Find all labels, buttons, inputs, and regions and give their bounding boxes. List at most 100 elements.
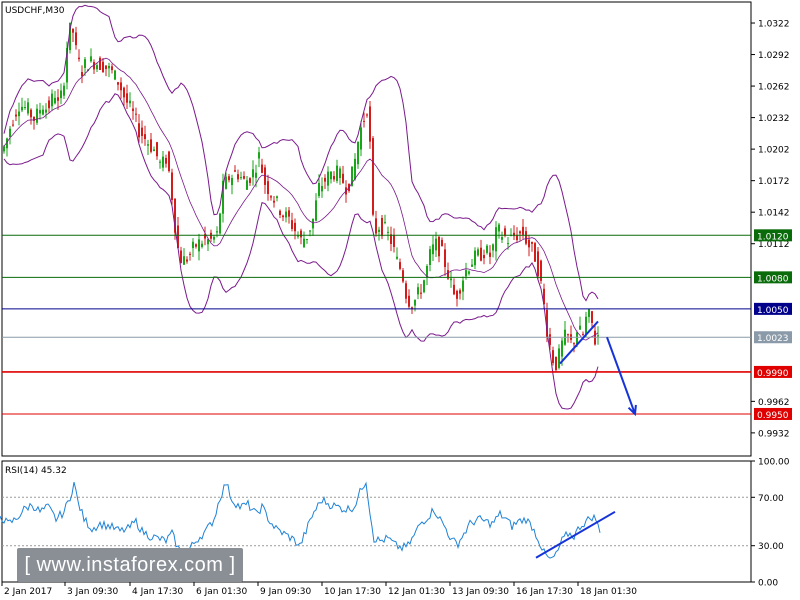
y-tick-label: 1.0292 [758, 51, 790, 61]
candle-body [138, 123, 140, 138]
candle-body [573, 343, 575, 345]
candle-body [234, 170, 236, 172]
chart-canvas: 1.0322 1.0292 1.0262 1.0232 1.0202 1.0172 1.01… [0, 1, 792, 597]
candle-body [243, 176, 245, 179]
candle-body [342, 173, 344, 183]
candle-body [267, 181, 269, 195]
rsi-y-tick-label: 70.00 [758, 494, 784, 504]
candle-body [330, 171, 332, 180]
candle-body [111, 66, 113, 71]
candle-body [39, 110, 41, 114]
candle-body [36, 108, 38, 123]
candle-body [270, 196, 272, 198]
x-tick-label: 6 Jan 01:30 [196, 587, 248, 597]
x-tick-label: 13 Jan 09:30 [452, 587, 509, 597]
candle-body [27, 102, 29, 114]
y-tick-label: 0.9962 [758, 398, 790, 408]
candle-body [582, 333, 584, 335]
candle-body [561, 340, 563, 357]
candle-body [453, 284, 455, 295]
candle-body [366, 114, 368, 116]
candle-body [117, 82, 119, 85]
candle-body [279, 210, 281, 216]
candle-body [129, 100, 131, 104]
candle-body [321, 185, 323, 192]
bollinger-lower [3, 93, 599, 410]
y-tick-label: 1.0232 [758, 114, 790, 124]
candle-body [471, 264, 473, 267]
candle-body [465, 270, 467, 277]
candle-body [78, 57, 80, 60]
y-tick-label: 1.0322 [758, 20, 790, 30]
candle-body [225, 176, 227, 189]
candle-body [441, 239, 443, 247]
candle-body [192, 241, 194, 249]
candle-body [462, 280, 464, 292]
candle-body [201, 243, 203, 247]
candle-body [393, 234, 395, 247]
candle-body [303, 238, 305, 248]
candle-body [273, 200, 275, 203]
candle-body [228, 176, 230, 181]
bollinger-upper [3, 4, 599, 302]
candle-body [363, 120, 365, 122]
candle-body [525, 231, 527, 244]
rsi-title: RSI(14) 45.32 [5, 466, 67, 476]
candle-body [486, 245, 488, 253]
candle-body [231, 178, 233, 186]
candle-body [516, 235, 518, 241]
candle-body [519, 231, 521, 234]
candle-body [531, 241, 533, 244]
candle-body [3, 146, 5, 152]
candle-body [168, 151, 170, 172]
candle-body [354, 158, 356, 180]
candle-body [432, 244, 434, 255]
candle-body [375, 218, 377, 234]
candle-body [396, 256, 398, 259]
candle-body [63, 85, 65, 96]
candle-body [180, 250, 182, 264]
candle-body [42, 109, 44, 115]
candle-body [588, 309, 590, 317]
y-tick-label: 1.0172 [758, 177, 790, 187]
candle-body [24, 107, 26, 109]
candle-body [420, 292, 422, 294]
candle-body [165, 157, 167, 164]
candle-body [150, 139, 152, 152]
candle-body [444, 249, 446, 268]
candle-body [399, 262, 401, 269]
x-tick-label: 3 Jan 09:30 [67, 587, 119, 597]
candle-body [144, 134, 146, 140]
candle-body [183, 256, 185, 265]
candle-body [282, 215, 284, 218]
candle-body [501, 237, 503, 240]
x-tick-label: 9 Jan 09:30 [260, 587, 312, 597]
x-tick-label: 16 Jan 17:30 [516, 587, 573, 597]
candle-body [216, 231, 218, 233]
candle-body [438, 236, 440, 257]
y-tick-label: 1.0142 [758, 209, 790, 219]
candle-body [123, 87, 125, 98]
candle-body [195, 244, 197, 247]
candle-body [492, 244, 494, 251]
candle-body [198, 239, 200, 252]
watermark: [ www.instaforex.com ] [17, 548, 243, 582]
candle-body [186, 259, 188, 262]
candle-body [360, 127, 362, 150]
candle-body [108, 65, 110, 69]
candle-body [114, 70, 116, 80]
candle-body [567, 334, 569, 336]
candle-body [219, 213, 221, 234]
candle-body [312, 218, 314, 229]
candle-body [417, 287, 419, 295]
candle-body [249, 178, 251, 183]
candle-body [498, 224, 500, 232]
y-tick-label: 1.0202 [758, 146, 790, 156]
candle-body [135, 113, 137, 115]
candle-body [576, 332, 578, 345]
candle-body [54, 97, 56, 104]
candle-body [240, 177, 242, 179]
candle-body [369, 106, 371, 142]
level-tag-label: 0.9950 [757, 411, 789, 421]
candle-body [435, 238, 437, 251]
